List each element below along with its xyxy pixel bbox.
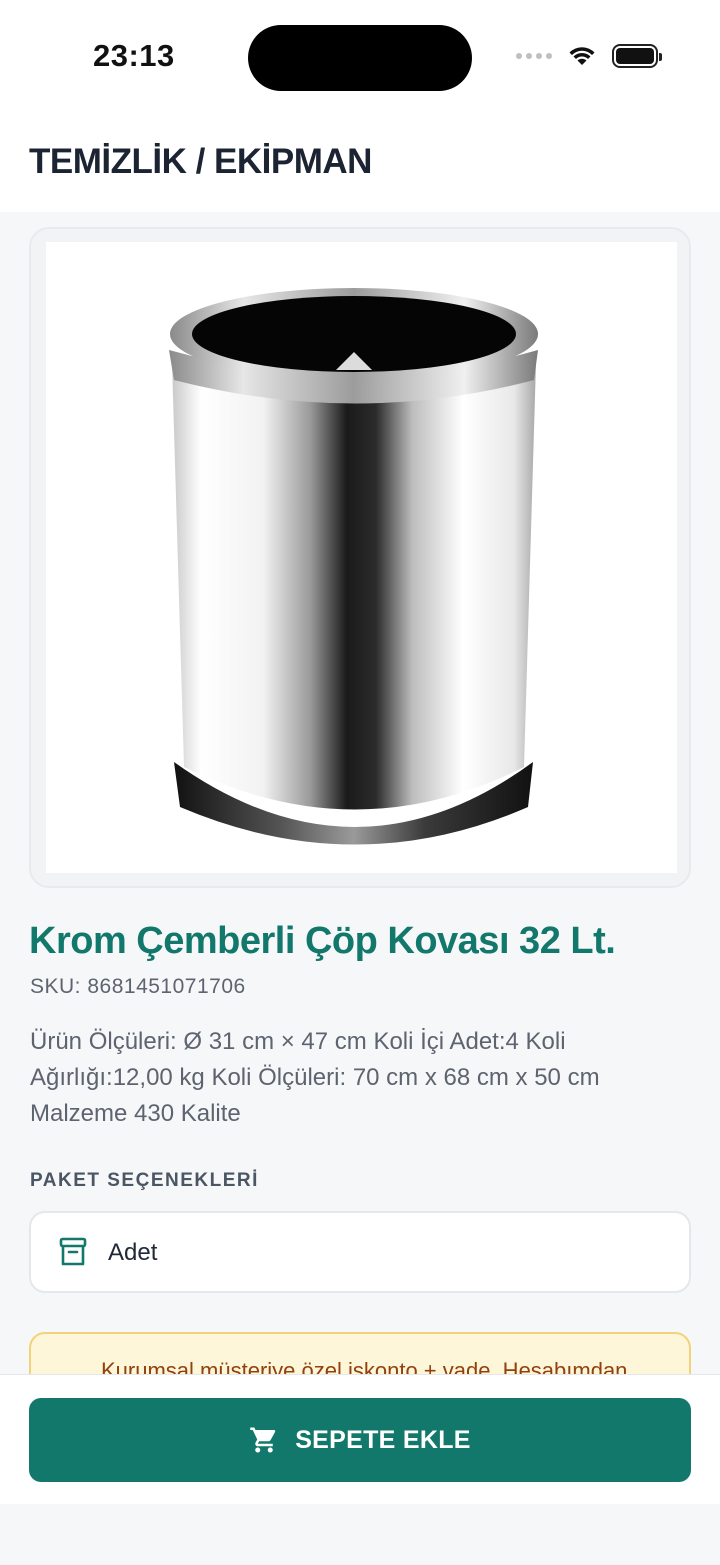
- status-time: 23:13: [93, 38, 175, 73]
- add-to-cart-button[interactable]: SEPETE EKLE: [29, 1398, 691, 1482]
- bottom-action-bar: SEPETE EKLE: [0, 1374, 720, 1504]
- product-description: Ürün Ölçüleri: Ø 31 cm × 47 cm Koli İçi …: [30, 1028, 600, 1127]
- package-option-adet[interactable]: Adet: [29, 1211, 691, 1293]
- chrome-trash-bin-image: [169, 288, 538, 845]
- wifi-icon: [569, 47, 595, 65]
- page-header: TEMİZLİK / EKİPMAN: [0, 118, 720, 212]
- status-icons: [516, 44, 662, 68]
- shopping-cart-icon: [250, 1427, 276, 1453]
- add-to-cart-label: SEPETE EKLE: [295, 1425, 471, 1454]
- battery-icon: [612, 44, 662, 68]
- product-image: [46, 242, 677, 873]
- product-title: Krom Çemberli Çöp Kovası 32 Lt.: [29, 920, 616, 962]
- product-image-card[interactable]: [29, 227, 691, 888]
- dynamic-island: [248, 25, 472, 91]
- status-bar: 23:13: [0, 0, 720, 118]
- package-options-label: PAKET SEÇENEKLERİ: [30, 1170, 259, 1191]
- product-sku: SKU: 8681451071706: [30, 975, 246, 998]
- archive-box-icon: [59, 1237, 87, 1266]
- cellular-signal-icon: [516, 53, 552, 59]
- package-option-label: Adet: [108, 1239, 158, 1266]
- page-title: TEMİZLİK / EKİPMAN: [29, 142, 372, 181]
